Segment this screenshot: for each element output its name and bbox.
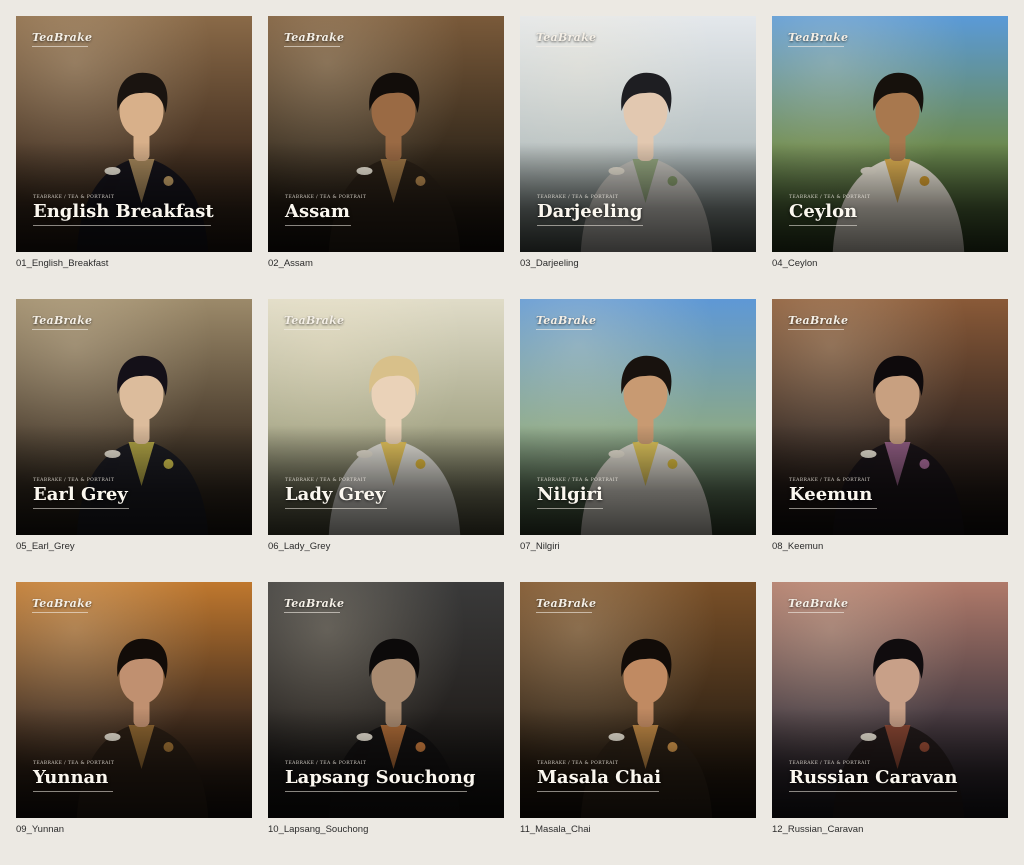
file-caption[interactable]: 08_Keemun — [772, 541, 823, 552]
portrait-kicker: TEABRAKE / TEA & PORTRAIT — [33, 761, 115, 766]
brand-underline — [284, 329, 340, 330]
brand-watermark: TeaBrake — [788, 314, 849, 327]
file-caption[interactable]: 03_Darjeeling — [520, 258, 579, 269]
brand-underline — [32, 329, 88, 330]
portrait-kicker: TEABRAKE / TEA & PORTRAIT — [789, 478, 871, 483]
gallery-card[interactable]: TeaBrake TEABRAKE / TEA & PORTRAIT Ceylon 0… — [772, 16, 1008, 299]
file-caption[interactable]: 06_Lady_Grey — [268, 541, 330, 552]
file-caption[interactable]: 01_English_Breakfast — [16, 258, 108, 269]
brand-watermark: TeaBrake — [788, 597, 849, 610]
brand-watermark: TeaBrake — [536, 597, 597, 610]
tea-name-title: English Breakfast — [33, 201, 214, 222]
portrait-thumbnail[interactable]: TeaBrake TEABRAKE / TEA & PORTRAIT Masala … — [520, 582, 756, 818]
gallery-card[interactable]: TeaBrake TEABRAKE / TEA & PORTRAIT Lady Gr… — [268, 299, 504, 582]
tea-name-title: Yunnan — [33, 767, 109, 788]
gallery-card[interactable]: TeaBrake TEABRAKE / TEA & PORTRAIT Masala … — [520, 582, 756, 865]
file-caption[interactable]: 07_Nilgiri — [520, 541, 560, 552]
tea-portrait-gallery: TeaBrake TEABRAKE / TEA & PORTRAIT English… — [16, 16, 1008, 865]
brand-underline — [536, 46, 592, 47]
brand-underline — [284, 612, 340, 613]
portrait-thumbnail[interactable]: TeaBrake TEABRAKE / TEA & PORTRAIT Keemun — [772, 299, 1008, 535]
portrait-kicker: TEABRAKE / TEA & PORTRAIT — [33, 478, 115, 483]
tea-name-title: Nilgiri — [537, 484, 603, 505]
portrait-thumbnail[interactable]: TeaBrake TEABRAKE / TEA & PORTRAIT Lapsang… — [268, 582, 504, 818]
tea-name-title: Russian Caravan — [789, 767, 958, 788]
tea-name-underline — [789, 791, 957, 792]
tea-name-underline — [285, 225, 351, 226]
file-caption[interactable]: 02_Assam — [268, 258, 313, 269]
brand-watermark: TeaBrake — [32, 597, 93, 610]
brand-underline — [788, 46, 844, 47]
portrait-kicker: TEABRAKE / TEA & PORTRAIT — [285, 761, 367, 766]
portrait-thumbnail[interactable]: TeaBrake TEABRAKE / TEA & PORTRAIT Earl Gr… — [16, 299, 252, 535]
portrait-kicker: TEABRAKE / TEA & PORTRAIT — [789, 761, 871, 766]
tea-name-underline — [33, 225, 211, 226]
gallery-card[interactable]: TeaBrake TEABRAKE / TEA & PORTRAIT Yunnan 0… — [16, 582, 252, 865]
gallery-card[interactable]: TeaBrake TEABRAKE / TEA & PORTRAIT Darjeel… — [520, 16, 756, 299]
portrait-thumbnail[interactable]: TeaBrake TEABRAKE / TEA & PORTRAIT Ceylon — [772, 16, 1008, 252]
tea-name-underline — [537, 508, 603, 509]
brand-watermark: TeaBrake — [32, 314, 93, 327]
tea-name-underline — [789, 225, 857, 226]
portrait-thumbnail[interactable]: TeaBrake TEABRAKE / TEA & PORTRAIT Lady Gr… — [268, 299, 504, 535]
portrait-thumbnail[interactable]: TeaBrake TEABRAKE / TEA & PORTRAIT Darjeel… — [520, 16, 756, 252]
brand-underline — [536, 612, 592, 613]
brand-underline — [788, 612, 844, 613]
tea-name-underline — [537, 225, 643, 226]
brand-watermark: TeaBrake — [32, 31, 93, 44]
tea-name-underline — [33, 791, 113, 792]
tea-name-title: Lady Grey — [285, 484, 386, 505]
portrait-kicker: TEABRAKE / TEA & PORTRAIT — [285, 478, 367, 483]
brand-underline — [284, 46, 340, 47]
portrait-kicker: TEABRAKE / TEA & PORTRAIT — [789, 195, 871, 200]
tea-name-underline — [33, 508, 129, 509]
tea-name-underline — [789, 508, 877, 509]
brand-underline — [32, 612, 88, 613]
portrait-thumbnail[interactable]: TeaBrake TEABRAKE / TEA & PORTRAIT Yunnan — [16, 582, 252, 818]
file-caption[interactable]: 10_Lapsang_Souchong — [268, 824, 368, 835]
tea-name-underline — [285, 791, 467, 792]
file-caption[interactable]: 04_Ceylon — [772, 258, 817, 269]
portrait-kicker: TEABRAKE / TEA & PORTRAIT — [537, 761, 619, 766]
tea-name-title: Masala Chai — [537, 767, 662, 788]
brand-watermark: TeaBrake — [788, 31, 849, 44]
portrait-thumbnail[interactable]: TeaBrake TEABRAKE / TEA & PORTRAIT Nilgiri — [520, 299, 756, 535]
file-caption[interactable]: 11_Masala_Chai — [520, 824, 591, 835]
tea-name-title: Lapsang Souchong — [285, 767, 476, 788]
portrait-kicker: TEABRAKE / TEA & PORTRAIT — [537, 195, 619, 200]
portrait-kicker: TEABRAKE / TEA & PORTRAIT — [285, 195, 367, 200]
tea-name-title: Keemun — [789, 484, 873, 505]
tea-name-title: Earl Grey — [33, 484, 128, 505]
gallery-card[interactable]: TeaBrake TEABRAKE / TEA & PORTRAIT English… — [16, 16, 252, 299]
portrait-kicker: TEABRAKE / TEA & PORTRAIT — [33, 195, 115, 200]
brand-underline — [788, 329, 844, 330]
gallery-card[interactable]: TeaBrake TEABRAKE / TEA & PORTRAIT Keemun 0… — [772, 299, 1008, 582]
file-caption[interactable]: 12_Russian_Caravan — [772, 824, 863, 835]
file-caption[interactable]: 05_Earl_Grey — [16, 541, 75, 552]
gallery-card[interactable]: TeaBrake TEABRAKE / TEA & PORTRAIT Russian… — [772, 582, 1008, 865]
gallery-card[interactable]: TeaBrake TEABRAKE / TEA & PORTRAIT Assam 02… — [268, 16, 504, 299]
brand-watermark: TeaBrake — [536, 314, 597, 327]
tea-name-title: Darjeeling — [537, 201, 643, 222]
file-caption[interactable]: 09_Yunnan — [16, 824, 64, 835]
portrait-kicker: TEABRAKE / TEA & PORTRAIT — [537, 478, 619, 483]
brand-watermark: TeaBrake — [536, 31, 597, 44]
portrait-thumbnail[interactable]: TeaBrake TEABRAKE / TEA & PORTRAIT English… — [16, 16, 252, 252]
brand-watermark: TeaBrake — [284, 597, 345, 610]
gallery-card[interactable]: TeaBrake TEABRAKE / TEA & PORTRAIT Lapsang… — [268, 582, 504, 865]
brand-underline — [32, 46, 88, 47]
gallery-card[interactable]: TeaBrake TEABRAKE / TEA & PORTRAIT Earl Gr… — [16, 299, 252, 582]
tea-name-underline — [537, 791, 659, 792]
brand-watermark: TeaBrake — [284, 314, 345, 327]
brand-underline — [536, 329, 592, 330]
gallery-card[interactable]: TeaBrake TEABRAKE / TEA & PORTRAIT Nilgiri… — [520, 299, 756, 582]
tea-name-underline — [285, 508, 387, 509]
brand-watermark: TeaBrake — [284, 31, 345, 44]
portrait-thumbnail[interactable]: TeaBrake TEABRAKE / TEA & PORTRAIT Assam — [268, 16, 504, 252]
tea-name-title: Ceylon — [789, 201, 858, 222]
portrait-thumbnail[interactable]: TeaBrake TEABRAKE / TEA & PORTRAIT Russian… — [772, 582, 1008, 818]
tea-name-title: Assam — [285, 201, 350, 222]
